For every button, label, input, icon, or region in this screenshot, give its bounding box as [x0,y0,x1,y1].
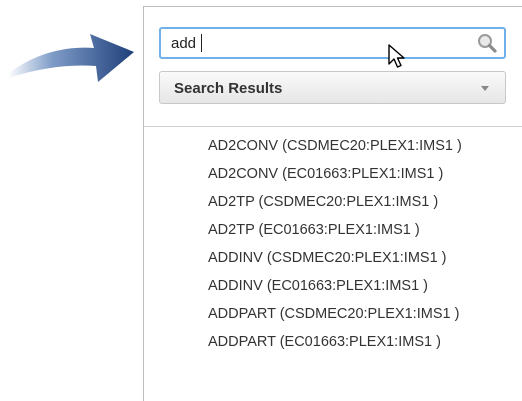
result-item[interactable]: AD2TP (CSDMEC20:PLEX1:IMS1 ) [208,192,462,220]
search-results-dropdown[interactable]: Search Results [159,71,506,104]
result-item[interactable]: ADDPART (EC01663:PLEX1:IMS1 ) [208,332,462,360]
search-input[interactable] [171,32,461,54]
chevron-down-icon [481,86,489,91]
mouse-pointer-icon [388,44,405,68]
result-item[interactable]: ADDINV (CSDMEC20:PLEX1:IMS1 ) [208,248,462,276]
results-list: AD2CONV (CSDMEC20:PLEX1:IMS1 ) AD2CONV (… [208,136,462,360]
search-icon[interactable] [476,32,498,54]
result-item[interactable]: AD2CONV (CSDMEC20:PLEX1:IMS1 ) [208,136,462,164]
result-item[interactable]: ADDINV (EC01663:PLEX1:IMS1 ) [208,276,462,304]
result-item[interactable]: AD2CONV (EC01663:PLEX1:IMS1 ) [208,164,462,192]
dropdown-label: Search Results [174,80,283,97]
text-caret [201,34,202,52]
result-item[interactable]: AD2TP (EC01663:PLEX1:IMS1 ) [208,220,462,248]
search-field[interactable] [159,27,506,59]
result-item[interactable]: ADDPART (CSDMEC20:PLEX1:IMS1 ) [208,304,462,332]
divider [144,126,522,127]
search-panel: Search Results AD2CONV (CSDMEC20:PLEX1:I… [143,6,522,401]
callout-arrow-icon [8,34,134,82]
